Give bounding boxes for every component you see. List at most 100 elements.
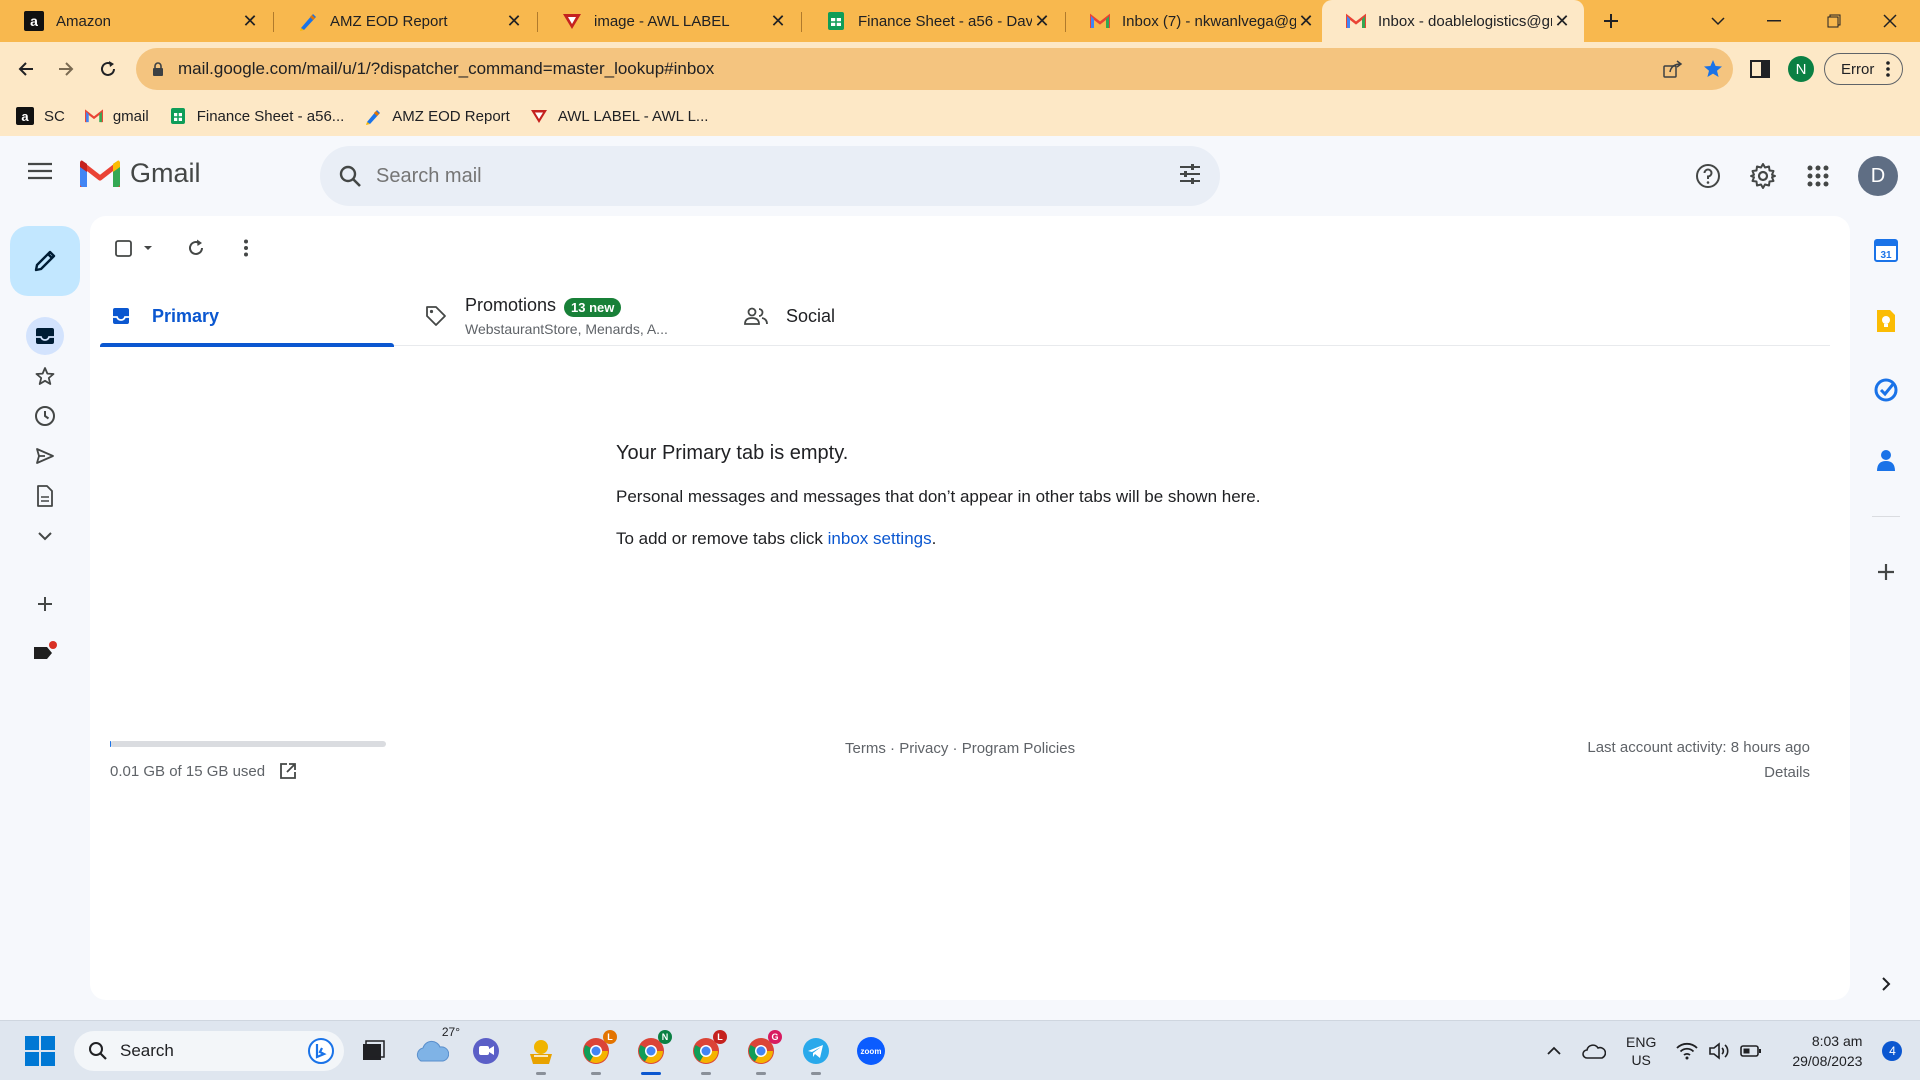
bookmark-star-icon[interactable] [1703,59,1723,79]
storage-usage: 0.01 GB of 15 GB used [110,762,297,780]
create-label-plus-icon[interactable] [26,585,64,623]
close-tab-icon[interactable]: ✕ [1032,11,1052,31]
amazon-icon: a [24,11,44,31]
address-bar[interactable]: mail.google.com/mail/u/1/?dispatcher_com… [136,48,1733,90]
privacy-link[interactable]: Privacy [899,740,948,757]
taskbar-search-box[interactable]: Search [74,1031,344,1071]
snoozed-clock-icon[interactable] [26,397,64,435]
tab-primary[interactable]: Primary [100,286,394,347]
volume-icon[interactable] [1708,1042,1730,1060]
inbox-icon[interactable] [26,317,64,355]
bookmark-finance-sheet[interactable]: Finance Sheet - a56... [169,107,344,125]
restore-window-button[interactable] [1806,0,1862,42]
running-indicator [536,1072,546,1075]
close-tab-icon[interactable]: ✕ [1552,11,1572,31]
bookmark-gmail[interactable]: gmail [84,107,149,125]
taskbar-clock[interactable]: 8:03 am 29/08/2023 [1792,1031,1862,1071]
hide-side-panel-chevron-icon[interactable] [1868,966,1904,1002]
starred-icon[interactable] [26,357,64,395]
pencil-icon [32,248,58,274]
get-addons-plus-icon[interactable] [1868,554,1904,590]
contacts-icon[interactable] [1868,442,1904,478]
browser-tab-amazon[interactable]: a Amazon ✕ [0,0,272,42]
chrome-profile-l2-icon[interactable]: L [688,1030,727,1075]
more-chevron-down-icon[interactable] [26,517,64,555]
error-button[interactable]: Error [1824,42,1904,96]
running-indicator [701,1072,711,1075]
close-tab-icon[interactable]: ✕ [768,11,788,31]
bookmarks-bar: a SC gmail Finance Sheet - a56... AMZ EO… [0,96,1920,136]
search-input[interactable] [376,164,1136,188]
drafts-icon[interactable] [26,477,64,515]
search-options-icon[interactable] [1178,162,1202,186]
main-menu-icon[interactable] [28,162,52,180]
close-tab-icon[interactable]: ✕ [504,11,524,31]
terms-link[interactable]: Terms [845,740,886,757]
onedrive-cloud-icon[interactable] [1582,1043,1606,1059]
chrome-profile-l-icon[interactable]: L [578,1030,617,1075]
chrome-profile-g-icon[interactable]: G [743,1030,782,1075]
footer-links: Terms · Privacy · Program Policies [845,740,1076,757]
weather-widget-icon[interactable]: 27° [414,1025,460,1069]
compose-button[interactable] [10,226,80,296]
bookmark-amz-eod[interactable]: AMZ EOD Report [364,107,510,125]
windows-start-icon[interactable] [22,1033,58,1069]
telegram-icon[interactable] [798,1033,834,1075]
zoom-icon[interactable]: zoom [853,1033,889,1069]
refresh-icon[interactable] [178,230,214,266]
wifi-icon[interactable] [1676,1042,1698,1060]
bookmark-sc[interactable]: a SC [16,107,65,125]
chrome-profile-n-icon[interactable]: N [633,1030,672,1075]
reload-button[interactable] [92,53,124,85]
details-link[interactable]: Details [1587,760,1810,785]
inbox-settings-link[interactable]: inbox settings [828,529,932,548]
gmail-logo[interactable]: Gmail [80,158,201,189]
close-tab-icon[interactable]: ✕ [1296,11,1316,31]
tasks-icon[interactable] [1868,372,1904,408]
amazon-icon: a [16,107,34,125]
program-policies-link[interactable]: Program Policies [962,740,1075,757]
show-hidden-icons-chevron-icon[interactable] [1546,1046,1562,1056]
file-explorer-icon[interactable] [523,1033,559,1075]
share-icon[interactable] [1663,60,1683,78]
tab-promotions[interactable]: Promotions 13 new WebstaurantStore, Menar… [425,286,705,346]
browser-tab-inbox-nkwanlvega[interactable]: Inbox (7) - nkwanlvega@gm ✕ [1066,0,1328,42]
battery-icon[interactable] [1740,1044,1762,1058]
calendar-icon[interactable]: 31 [1868,232,1904,268]
back-button[interactable] [10,53,42,85]
close-tab-icon[interactable]: ✕ [240,11,260,31]
account-avatar[interactable]: D [1858,156,1898,196]
search-bar[interactable] [320,146,1220,206]
forward-button[interactable] [50,53,82,85]
browser-tab-amz-eod[interactable]: AMZ EOD Report ✕ [274,0,536,42]
browser-toolbar: mail.google.com/mail/u/1/?dispatcher_com… [0,42,1920,96]
bookmark-awl-label[interactable]: AWL LABEL - AWL L... [530,107,708,125]
close-window-button[interactable] [1862,0,1918,42]
browser-tab-awl-label[interactable]: image - AWL LABEL ✕ [538,0,800,42]
browser-tab-finance-sheet[interactable]: Finance Sheet - a56 - David ✕ [802,0,1064,42]
search-icon[interactable] [338,164,362,188]
minimize-window-button[interactable] [1746,0,1802,42]
task-view-icon[interactable] [356,1033,392,1069]
side-panel-icon[interactable] [1750,42,1770,96]
more-options-kebab-icon[interactable] [228,230,264,266]
tab-search-chevron-icon[interactable] [1690,0,1746,42]
label-tag-icon[interactable] [26,633,64,671]
sent-icon[interactable] [26,437,64,475]
open-in-new-icon[interactable] [279,762,297,780]
help-icon[interactable] [1690,158,1726,194]
input-language-indicator[interactable]: ENG US [1626,1033,1656,1069]
select-all-checkbox[interactable] [110,230,160,266]
empty-state-description: Personal messages and messages that don’… [616,487,1261,506]
settings-gear-icon[interactable] [1745,158,1781,194]
notification-count-badge[interactable]: 4 [1882,1041,1903,1061]
account-activity: Last account activity: 8 hours ago Detai… [1587,735,1810,785]
teams-chat-icon[interactable] [468,1033,504,1069]
tab-social[interactable]: Social [744,286,944,346]
new-tab-button[interactable] [1596,6,1626,36]
google-apps-icon[interactable] [1800,158,1836,194]
browser-tab-inbox-doablelogistics[interactable]: Inbox - doablelogistics@gm ✕ [1322,0,1584,42]
svg-text:a: a [30,13,38,29]
profile-button[interactable]: N [1788,42,1814,96]
keep-icon[interactable] [1868,303,1904,339]
